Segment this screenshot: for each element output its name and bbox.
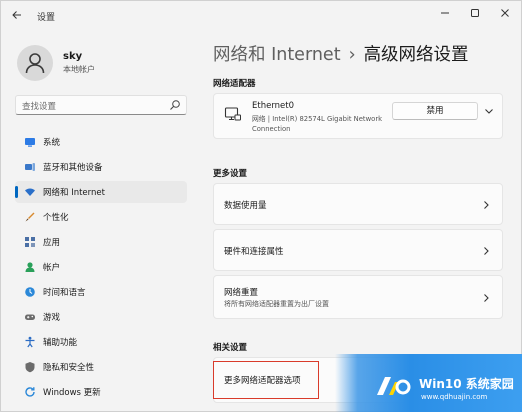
update-icon [25,387,35,397]
section-heading-adapters: 网络适配器 [213,79,256,89]
brush-icon [25,212,35,222]
sidebar-item-accounts[interactable]: 帐户 [15,256,187,278]
network-reset-row[interactable]: 网络重置 将所有网络适配器重置为出厂设置 [213,275,503,319]
sidebar-item-windows-update[interactable]: Windows 更新 [15,381,187,403]
row-label: 硬件和连接属性 [224,247,284,257]
chevron-right-icon [484,247,489,255]
data-usage-row[interactable]: 数据使用量 [213,183,503,225]
sidebar-item-accessibility[interactable]: 辅助功能 [15,331,187,353]
accessibility-icon [25,336,35,348]
active-indicator [15,186,18,198]
sidebar-item-system[interactable]: 系统 [15,131,187,153]
minimize-button[interactable] [435,7,455,23]
maximize-icon [471,9,479,17]
gamepad-icon [25,314,35,320]
close-icon [501,9,509,17]
sidebar-item-label: 隐私和安全性 [43,363,95,373]
sidebar-item-label: 帐户 [43,263,61,273]
sidebar-item-label: 辅助功能 [43,338,78,348]
sidebar-item-gaming[interactable]: 游戏 [15,306,187,328]
row-label: 数据使用量 [224,201,267,211]
sidebar-item-time-language[interactable]: 时间和语言 [15,281,187,303]
breadcrumb-separator: › [348,45,356,65]
bluetooth-devices-icon [25,163,35,171]
sidebar-item-label: 系统 [43,138,61,148]
wifi-icon [25,188,35,196]
avatar[interactable] [17,45,53,81]
chevron-right-icon [484,294,489,302]
back-button[interactable] [9,9,25,23]
watermark-brand: Win10 系统家园 [419,377,514,391]
page-title: 高级网络设置 [363,45,469,65]
sidebar-item-label: 时间和语言 [43,288,86,298]
system-icon [25,138,35,147]
sidebar-item-apps[interactable]: 应用 [15,231,187,253]
sidebar-item-label: 蓝牙和其他设备 [43,163,103,173]
sidebar-item-label: 网络和 Internet [43,188,105,198]
ethernet-icon [224,107,241,121]
title-bar: 设置 [1,1,521,31]
sidebar-item-label: 个性化 [43,213,69,223]
watermark-url: www.qdhuajin.com [421,393,488,401]
watermark-logo [377,377,411,395]
sidebar-item-label: 游戏 [43,313,61,323]
adapter-card[interactable]: Ethernet0 网络 | Intel(R) 82574L Gigabit N… [213,93,503,139]
user-name: sky [63,51,83,62]
sidebar-item-personalization[interactable]: 个性化 [15,206,187,228]
search-placeholder: 查找设置 [22,102,57,112]
breadcrumb-parent[interactable]: 网络和 Internet [213,45,341,65]
sidebar-item-bluetooth[interactable]: 蓝牙和其他设备 [15,156,187,178]
close-button[interactable] [495,7,515,23]
user-icon [25,53,45,74]
disable-button[interactable]: 禁用 [392,102,478,120]
sidebar-item-label: Windows 更新 [43,388,101,398]
back-arrow-icon [12,11,21,19]
sidebar-item-label: 应用 [43,238,61,248]
globe-clock-icon [25,287,35,297]
breadcrumb: 网络和 Internet › 高级网络设置 [213,41,469,66]
maximize-button[interactable] [465,7,485,23]
adapter-description: 网络 | Intel(R) 82574L Gigabit Network Con… [252,115,383,133]
account-icon [25,262,35,272]
section-heading-more-settings: 更多设置 [213,169,248,179]
section-heading-related-settings: 相关设置 [213,343,248,353]
search-input[interactable]: 查找设置 [15,95,187,115]
highlight-annotation [213,361,319,399]
row-label: 网络重置 [224,288,259,298]
account-type: 本地帐户 [63,65,95,74]
sidebar-item-privacy[interactable]: 隐私和安全性 [15,356,187,378]
app-title: 设置 [37,13,56,23]
minimize-icon [441,12,449,14]
search-icon [170,100,180,110]
adapter-name: Ethernet0 [252,101,295,111]
chevron-down-icon[interactable] [484,106,494,116]
sidebar-item-network[interactable]: 网络和 Internet [15,181,187,203]
shield-icon [25,362,35,373]
chevron-right-icon [484,201,489,209]
row-subtitle: 将所有网络适配器重置为出厂设置 [224,300,329,308]
apps-icon [25,237,35,247]
hardware-properties-row[interactable]: 硬件和连接属性 [213,229,503,271]
settings-window: 设置 sky 本地帐户 查找设置 系统 蓝牙和其他设备 网络和 Internet… [0,0,522,412]
